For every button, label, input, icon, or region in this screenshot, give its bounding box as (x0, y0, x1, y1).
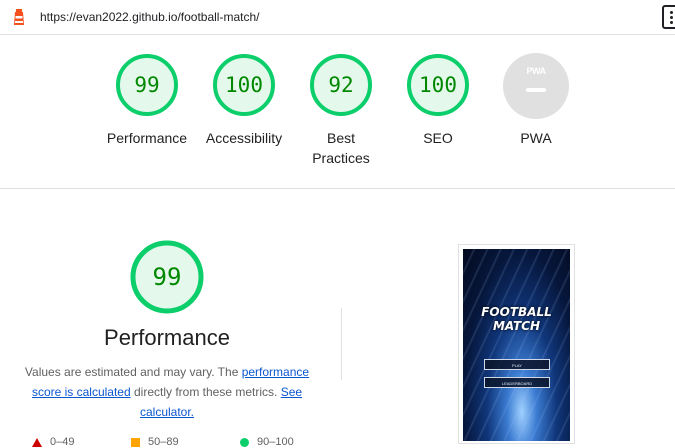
legend-range: 90–100 (257, 436, 294, 448)
gauge-seo[interactable]: 100 (406, 53, 470, 117)
legend-average: 50–89 (131, 436, 179, 448)
triangle-red-icon (32, 437, 42, 447)
performance-description: Values are estimated and may vary. The p… (20, 362, 314, 422)
lighthouse-icon (14, 9, 24, 25)
more-options-icon[interactable] (662, 5, 675, 29)
gauge-label: SEO (423, 130, 453, 146)
gauge-label: Best Practices (286, 128, 396, 168)
game-title-line: MATCH (492, 319, 541, 333)
url-bar: https://evan2022.github.io/football-matc… (0, 0, 675, 35)
performance-score: 99 (152, 263, 182, 291)
gauge-score: 100 (419, 73, 457, 97)
performance-gauge: 99 (130, 240, 204, 314)
final-screenshot[interactable]: FOOTBALL MATCH PLAY LEADERBOARD (458, 244, 575, 444)
game-title: FOOTBALL MATCH (463, 305, 570, 333)
gauge-score: 92 (328, 73, 354, 97)
gauge-label-text: Best Practices (312, 130, 370, 166)
page-url[interactable]: https://evan2022.github.io/football-matc… (40, 10, 259, 24)
gauge-performance[interactable]: 99 (115, 53, 179, 117)
gauge-score: 99 (134, 73, 160, 97)
gauge-best-practices[interactable]: 92 (309, 53, 373, 117)
square-orange-icon (131, 437, 140, 447)
gauge-label: PWA (520, 130, 552, 146)
gauge-score: 100 (225, 73, 263, 97)
gauge-pwa[interactable]: PWA (503, 53, 569, 119)
legend-fail: 0–49 (32, 436, 74, 448)
circle-green-icon (240, 437, 249, 447)
performance-title: Performance (104, 325, 230, 350)
gauge-label: Accessibility (205, 130, 283, 146)
section-divider (0, 188, 675, 189)
pwa-badge-text: PWA (526, 66, 546, 76)
legend-range: 0–49 (50, 436, 75, 448)
gauge-label: Performance (106, 130, 188, 146)
gauge-accessibility[interactable]: 100 (212, 53, 276, 117)
legend-range: 50–89 (148, 436, 179, 448)
leaderboard-button: LEADERBOARD (484, 377, 550, 388)
stadium-light-rays (463, 249, 570, 441)
screenshot-image: FOOTBALL MATCH PLAY LEADERBOARD (463, 249, 570, 441)
legend-pass: 90–100 (240, 436, 294, 448)
desc-text: Values are estimated and may vary. The (24, 365, 242, 379)
vertical-divider (341, 308, 342, 380)
game-title-line: FOOTBALL (481, 305, 552, 319)
play-button: PLAY (484, 359, 550, 370)
pwa-dash-icon (526, 88, 546, 92)
desc-text: directly from these metrics. (130, 385, 281, 399)
